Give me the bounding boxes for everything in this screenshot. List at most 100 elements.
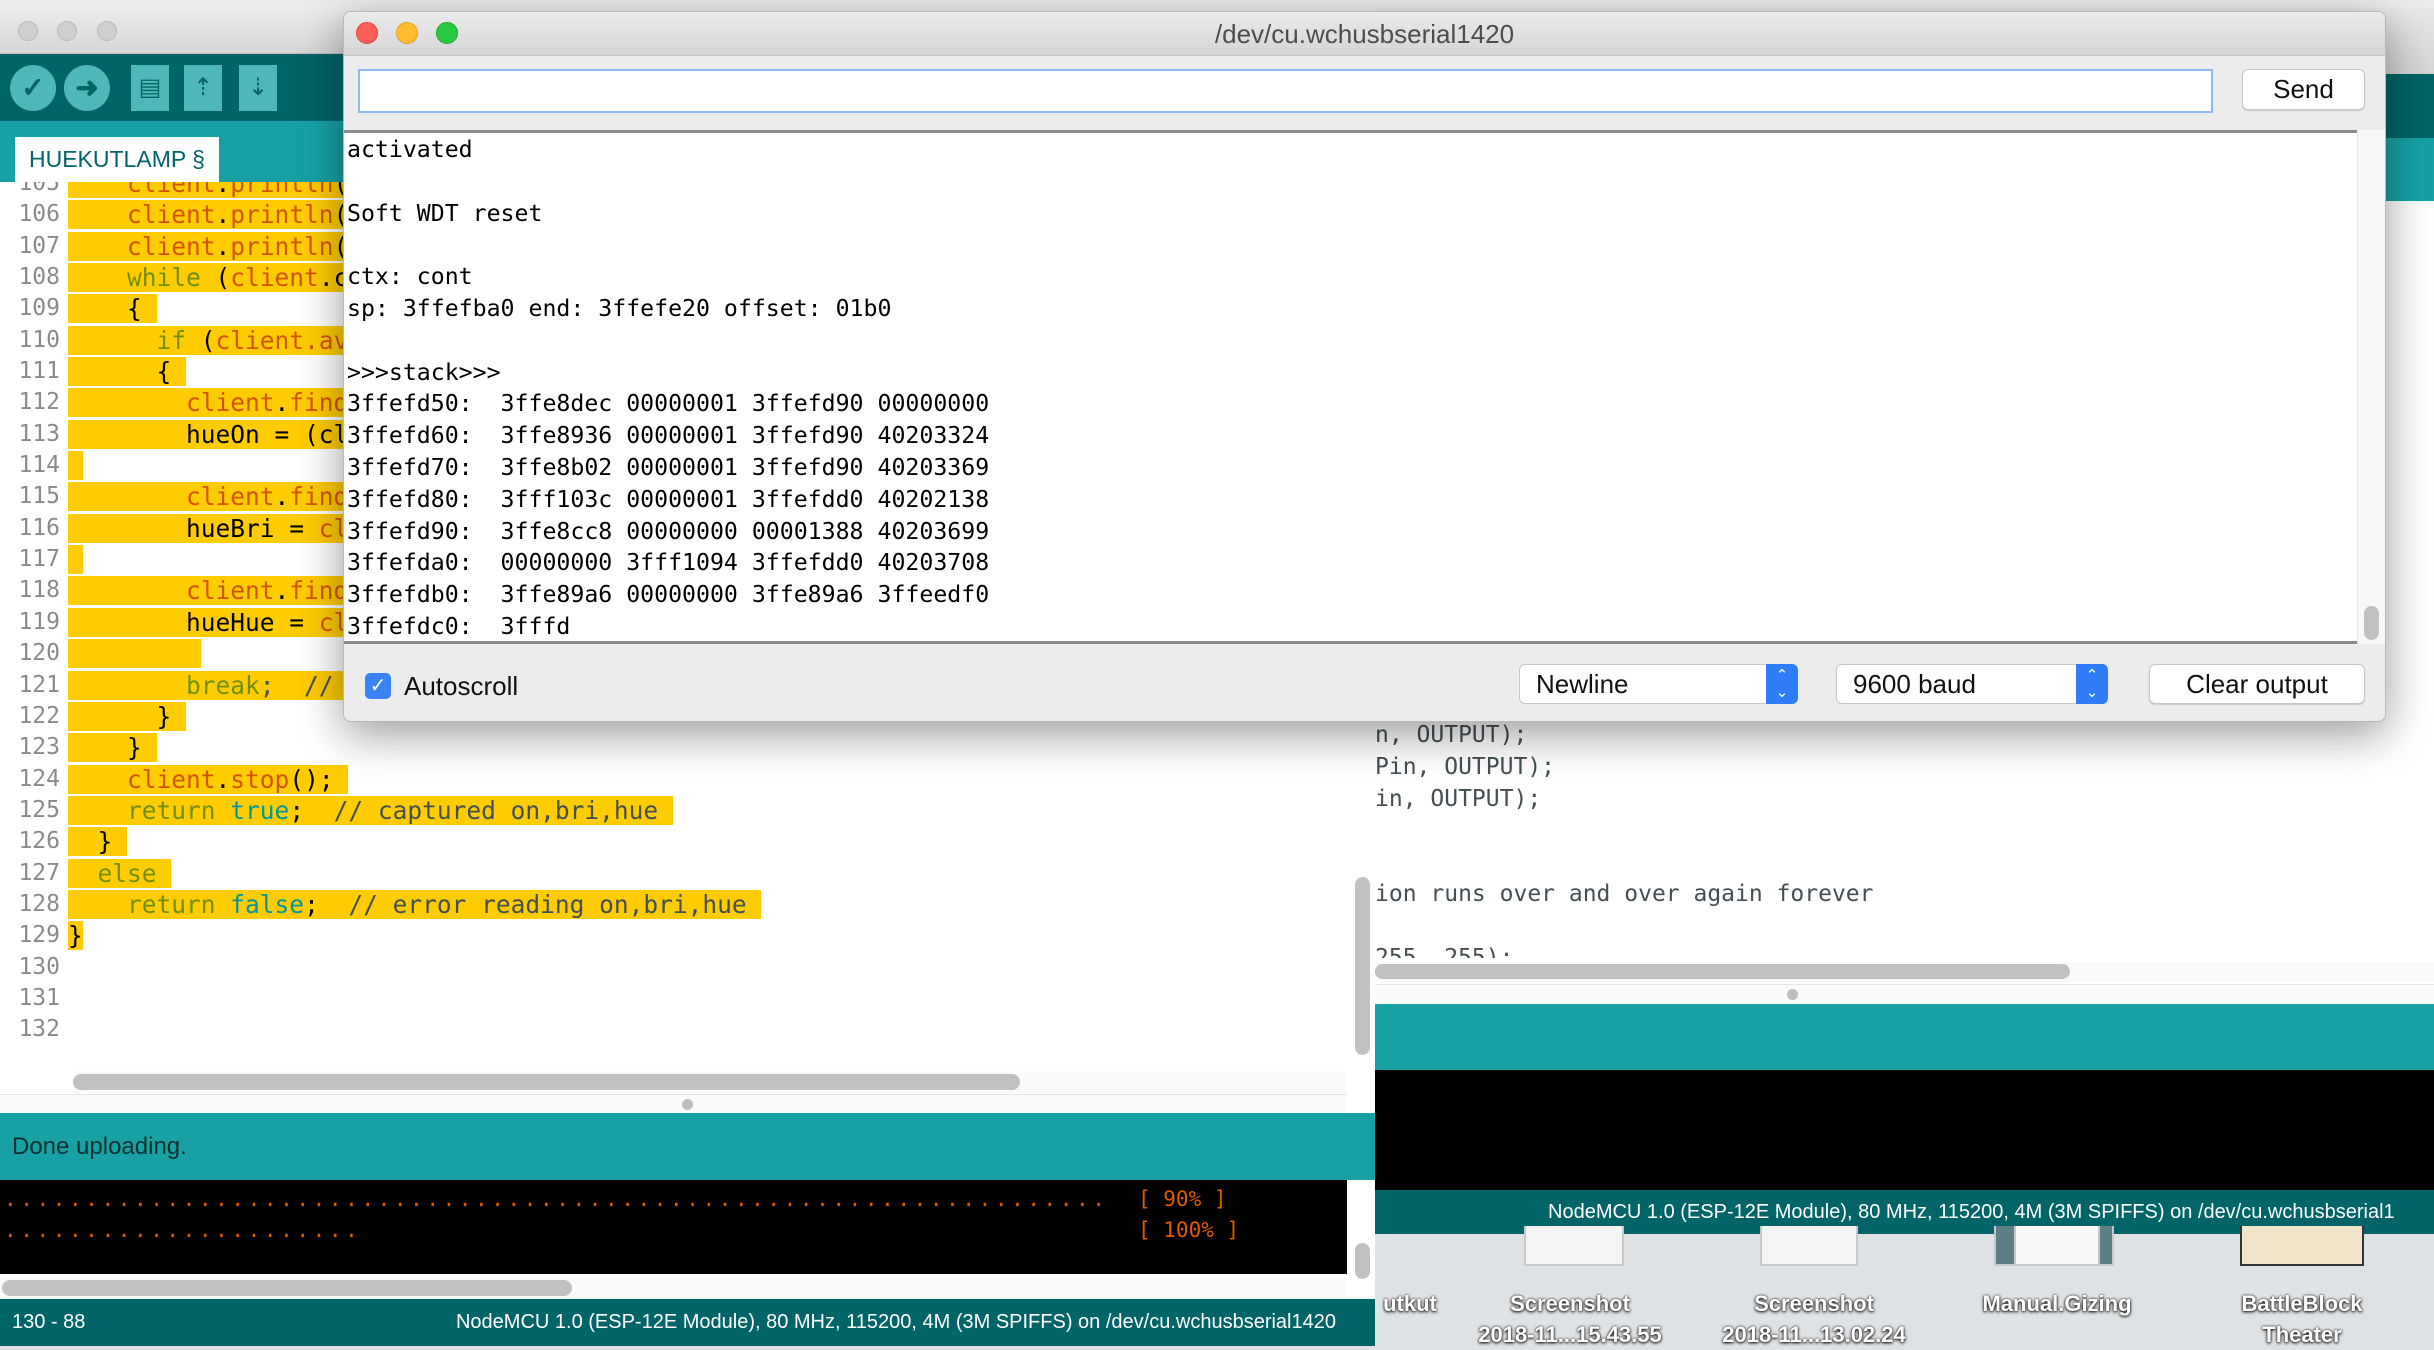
line-text: } [68,701,187,732]
output-line: 3ffefd60: 3ffe8936 00000001 3ffefd90 402… [347,422,990,450]
code-line[interactable]: 131 [0,983,1347,1014]
progress-dots: ...................... [4,1218,362,1242]
line-text: } [68,732,157,763]
code-token: client [186,482,275,512]
code-line[interactable]: 132 [0,1014,1347,1045]
code-line[interactable]: 128 return false; // error reading on,br… [0,889,1347,920]
horizontal-scrollbar[interactable] [73,1071,1347,1093]
new-button[interactable]: ▤ [131,65,169,111]
selection-highlight: client.findU [68,576,378,606]
line-text: client.println(' [68,199,378,230]
line-text: } [68,920,83,951]
minimize-button[interactable] [57,21,77,41]
selection-highlight: else [68,858,172,888]
line-text: } [68,826,128,857]
scrollbar-thumb[interactable] [2364,606,2379,640]
upload-button[interactable]: ➜ [64,65,110,111]
board-status: NodeMCU 1.0 (ESP-12E Module), 80 MHz, 11… [455,1311,1336,1333]
output-line: 3ffefda0: 00000000 3fff1094 3ffefdd0 402… [347,549,990,577]
newline-stub [747,890,762,919]
selection-highlight: } [68,701,187,731]
code-token: ( [186,325,216,355]
code-token: client [186,388,275,418]
line-text: client.findU [68,387,378,418]
code-line[interactable]: 127 else [0,858,1347,889]
serial-input[interactable] [358,69,2213,113]
autoscroll-label[interactable]: Autoscroll [404,668,518,704]
close-button[interactable] [18,21,38,41]
line-number: 125 [18,796,60,823]
code-token: { [68,357,172,387]
selection-highlight: return true; // captured on,bri,hue [68,795,673,825]
output-scrollbar[interactable] [2357,130,2385,644]
icon-label: Manual.Gizing [1982,1291,2132,1316]
verify-button[interactable]: ✓ [10,65,56,111]
line-text: return true; // captured on,bri,hue [68,795,673,826]
autoscroll-checkbox[interactable]: ✓ [365,673,391,699]
divider-handle[interactable] [682,1099,693,1110]
console-scrollbar[interactable] [1355,1243,1370,1279]
code-line[interactable]: 126 } [0,826,1347,857]
divider-handle[interactable] [1787,989,1798,1000]
console-horizontal-scrollbar[interactable] [0,1278,1347,1299]
selection-highlight: } [68,827,128,857]
code-token: // captured on,bri,hue [333,795,659,825]
line-text [68,544,83,575]
line-number: 111 [18,358,60,385]
code-line[interactable]: 125 return true; // captured on,bri,hue [0,795,1347,826]
newline-stub [334,765,349,794]
open-button[interactable]: ⇡ [184,65,222,111]
line-number: 123 [18,734,60,761]
console [1375,1070,2434,1190]
scrollbar-thumb[interactable] [73,1074,1020,1090]
line-ending-select[interactable]: Newline ⌃ ⌄ [1519,664,1798,704]
scrollbar-thumb[interactable] [1375,964,2070,979]
code-line[interactable]: 130 [0,952,1347,983]
desktop-icon[interactable]: Screenshot 2018-11...13.02.24 [1694,1226,1934,1350]
vertical-scrollbar[interactable] [1355,877,1370,1055]
line-text: else [68,858,172,889]
minimize-button[interactable] [396,22,418,44]
output-line: ctx: cont [347,263,473,291]
code-token: . [215,231,231,261]
output-line: 3ffefd50: 3ffe8dec 00000001 3ffefd90 000… [347,390,990,418]
output-line: 3ffefd70: 3ffe8b02 00000001 3ffefd90 402… [347,454,990,481]
code-line[interactable]: 129} [0,920,1347,951]
code-editor[interactable]: n, OUTPUT); Pin, OUTPUT); in, OUTPUT); ion … [1375,708,2434,958]
code-line[interactable]: 124 client.stop(); [0,764,1347,795]
output-line: Soft WDT reset [347,199,543,227]
code-line[interactable]: 123 } [0,732,1347,763]
tab-huekutlamp[interactable]: HUEKUTLAMP § [15,137,219,182]
line-text [68,638,201,669]
newline-stub [68,545,83,574]
horizontal-scrollbar[interactable] [1375,962,2434,982]
close-button[interactable] [356,22,378,44]
line-number: 119 [18,608,60,635]
code-token: println [230,182,334,198]
zoom-button[interactable] [97,21,117,41]
scrollbar-thumb[interactable] [2,1280,572,1296]
save-button[interactable]: ⇣ [239,65,277,111]
selection-highlight [68,639,201,669]
newline-stub [142,733,157,762]
line-number: 122 [18,702,60,729]
desktop-icon[interactable]: Manual.Gizing [1937,1226,2177,1319]
pane-divider[interactable] [0,1094,1347,1114]
desktop-icon[interactable]: BattleBlock Theater [2182,1226,2422,1350]
clear-output-button[interactable]: Clear output [2149,664,2365,704]
code-token: ; [289,795,334,825]
send-button[interactable]: Send [2242,69,2365,110]
code-token: { [68,294,142,324]
pane-divider[interactable] [1375,984,2434,1004]
new-file-icon: ▤ [138,74,162,101]
desktop-icon[interactable]: Screenshot 2018-11...15.43.55 [1450,1226,1690,1350]
baud-rate-select[interactable]: 9600 baud ⌃ ⌄ [1836,664,2108,704]
zoom-button[interactable] [436,22,458,44]
code-token: client [127,200,216,230]
code-token: if [156,325,187,355]
verify-check-icon: ✓ [21,72,45,103]
